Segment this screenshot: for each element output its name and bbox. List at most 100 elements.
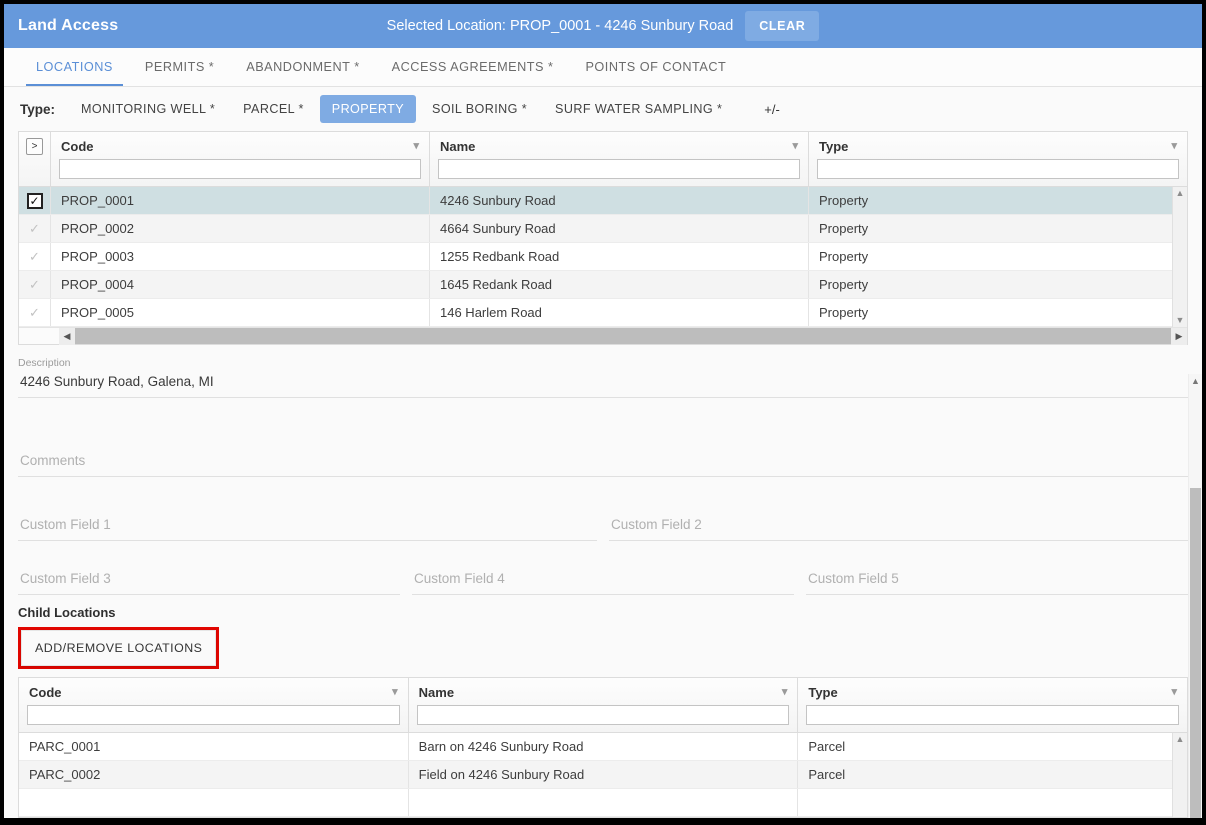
- chevron-down-icon[interactable]: ▾: [1171, 687, 1177, 698]
- horizontal-scroll-thumb[interactable]: [75, 328, 1171, 344]
- scroll-right-arrow-icon[interactable]: ▶: [1171, 327, 1187, 345]
- child-cell-type: Parcel: [808, 739, 846, 754]
- type-chip-soil-boring[interactable]: SOIL BORING *: [420, 95, 539, 123]
- page-scroll-thumb[interactable]: [1190, 488, 1201, 818]
- custom-field-5-input[interactable]: Custom Field 5: [806, 569, 1188, 595]
- cell-code: PROP_0001: [51, 187, 430, 214]
- scroll-up-arrow-icon[interactable]: ▲: [1176, 733, 1185, 746]
- form-spacer: [18, 477, 1188, 515]
- child-column-name: Name ▾: [409, 678, 799, 732]
- scrollbar-lead-spacer: [19, 328, 59, 344]
- chevron-down-icon[interactable]: ▾: [413, 141, 419, 152]
- clear-selection-button[interactable]: CLEAR: [745, 11, 820, 41]
- cell-code: PROP_0003: [51, 243, 430, 270]
- form-spacer: [18, 398, 1188, 436]
- column-name-title-row: Name ▾: [430, 132, 808, 159]
- description-field: Description 4246 Sunbury Road, Galena, M…: [18, 357, 1188, 398]
- checkbox-unchecked-icon[interactable]: ✓: [27, 221, 43, 237]
- column-name: Name ▾: [430, 132, 809, 186]
- row-select-cell: ✓: [19, 299, 51, 326]
- checkbox-unchecked-icon[interactable]: ✓: [27, 277, 43, 293]
- column-type-filter-wrap: [809, 159, 1187, 186]
- comments-input[interactable]: Comments: [18, 451, 1188, 477]
- child-filter-input-code[interactable]: [27, 705, 400, 725]
- child-column-name-title-row: Name ▾: [409, 678, 798, 705]
- location-detail-form: Description 4246 Sunbury Road, Galena, M…: [18, 357, 1188, 818]
- cell-name: 4246 Sunbury Road: [430, 187, 809, 214]
- checkbox-unchecked-icon[interactable]: ✓: [27, 305, 43, 321]
- cell-name: 1645 Redank Road: [430, 271, 809, 298]
- tab-access-agreements[interactable]: ACCESS AGREEMENTS *: [376, 48, 570, 86]
- child-column-type-filter-wrap: [798, 705, 1187, 732]
- chevron-down-icon[interactable]: ▾: [782, 687, 788, 698]
- chevron-down-icon[interactable]: ▾: [792, 141, 798, 152]
- scroll-up-arrow-icon[interactable]: ▲: [1176, 187, 1185, 200]
- table-row[interactable]: ✓ PROP_0001 4246 Sunbury Road Property: [19, 187, 1187, 215]
- table-row[interactable]: ✓ PROP_0005 146 Harlem Road Property: [19, 299, 1187, 327]
- table-row[interactable]: ✓ PROP_0003 1255 Redbank Road Property: [19, 243, 1187, 271]
- cell-type: Property: [819, 249, 869, 264]
- child-filter-input-type[interactable]: [806, 705, 1180, 725]
- chevron-down-icon[interactable]: ▾: [392, 687, 398, 698]
- grid-horizontal-scrollbar[interactable]: ◀ ▶: [19, 327, 1187, 345]
- row-select-cell: ✓: [19, 243, 51, 270]
- custom-fields-row-2: Custom Field 3 Custom Field 4 Custom Fie…: [18, 569, 1188, 595]
- child-locations-heading: Child Locations: [18, 605, 116, 620]
- custom-field-4-input[interactable]: Custom Field 4: [412, 569, 794, 595]
- tab-locations[interactable]: LOCATIONS: [20, 48, 129, 86]
- type-chip-parcel[interactable]: PARCEL *: [231, 95, 316, 123]
- add-remove-locations-button[interactable]: ADD/REMOVE LOCATIONS: [21, 630, 217, 666]
- type-chip-monitoring-well[interactable]: MONITORING WELL *: [69, 95, 227, 123]
- table-row[interactable]: PARC_0002 Field on 4246 Sunbury Road Par…: [19, 761, 1187, 789]
- filter-input-type[interactable]: [817, 159, 1179, 179]
- child-filter-input-name[interactable]: [416, 705, 790, 725]
- type-chip-surf-water-sampling[interactable]: SURF WATER SAMPLING *: [543, 95, 734, 123]
- cell-code: PROP_0004: [51, 271, 430, 298]
- column-code-filter-wrap: [51, 159, 429, 186]
- tab-abandonment[interactable]: ABANDONMENT *: [230, 48, 375, 86]
- tab-permits[interactable]: PERMITS *: [129, 48, 230, 86]
- child-column-type-label: Type: [808, 685, 838, 700]
- page-vertical-scrollbar[interactable]: ▲: [1188, 374, 1202, 818]
- type-chip-property[interactable]: PROPERTY: [319, 95, 417, 123]
- app-title: Land Access: [18, 17, 119, 34]
- tab-points-of-contact[interactable]: POINTS OF CONTACT: [569, 48, 742, 86]
- child-grid-header: Code ▾ Name ▾ Type ▾: [19, 678, 1187, 733]
- app-header-bar: Land Access Selected Location: PROP_0001…: [4, 4, 1202, 48]
- grid-vertical-scrollbar[interactable]: ▲ ▼: [1172, 187, 1187, 327]
- type-add-remove-toggle[interactable]: +/-: [764, 102, 780, 117]
- scroll-left-arrow-icon[interactable]: ◀: [59, 327, 75, 345]
- scroll-down-arrow-icon[interactable]: ▼: [1176, 314, 1185, 327]
- child-cell-empty: [798, 789, 1187, 816]
- chevron-down-icon[interactable]: ▾: [1171, 141, 1177, 152]
- column-code-title-row: Code ▾: [51, 132, 429, 159]
- table-row[interactable]: PARC_0001 Barn on 4246 Sunbury Road Parc…: [19, 733, 1187, 761]
- description-input[interactable]: 4246 Sunbury Road, Galena, MI: [18, 372, 1188, 398]
- child-locations-grid: Code ▾ Name ▾ Type ▾ PARC_0001 Barn on 4…: [18, 677, 1188, 818]
- filter-input-name[interactable]: [438, 159, 800, 179]
- cell-name: 146 Harlem Road: [430, 299, 809, 326]
- selected-location-text: Selected Location: PROP_0001 - 4246 Sunb…: [386, 18, 734, 34]
- checkbox-unchecked-icon[interactable]: ✓: [27, 249, 43, 265]
- custom-field-2-input[interactable]: Custom Field 2: [609, 515, 1188, 541]
- selected-location-group: Selected Location: PROP_0001 - 4246 Sunb…: [4, 11, 1202, 41]
- expand-all-icon[interactable]: >: [26, 138, 43, 155]
- custom-field-3-input[interactable]: Custom Field 3: [18, 569, 400, 595]
- type-filter-label: Type:: [20, 101, 56, 117]
- custom-field-1: Custom Field 1: [18, 515, 597, 541]
- cell-name: 4664 Sunbury Road: [430, 215, 809, 242]
- column-name-label: Name: [440, 139, 476, 154]
- child-cell-empty: [19, 789, 409, 816]
- table-row[interactable]: ✓ PROP_0004 1645 Redank Road Property: [19, 271, 1187, 299]
- filter-input-code[interactable]: [59, 159, 421, 179]
- form-spacer: [18, 541, 1188, 569]
- checkbox-checked-icon[interactable]: ✓: [26, 192, 43, 209]
- page-scroll-up-arrow-icon[interactable]: ▲: [1189, 374, 1202, 388]
- child-cell-name: Field on 4246 Sunbury Road: [409, 761, 799, 788]
- column-type-title-row: Type ▾: [809, 132, 1187, 159]
- child-grid-vertical-scrollbar[interactable]: ▲: [1172, 733, 1187, 817]
- custom-field-1-input[interactable]: Custom Field 1: [18, 515, 597, 541]
- table-row[interactable]: ✓ PROP_0002 4664 Sunbury Road Property: [19, 215, 1187, 243]
- child-column-name-filter-wrap: [409, 705, 798, 732]
- cell-name: 1255 Redbank Road: [430, 243, 809, 270]
